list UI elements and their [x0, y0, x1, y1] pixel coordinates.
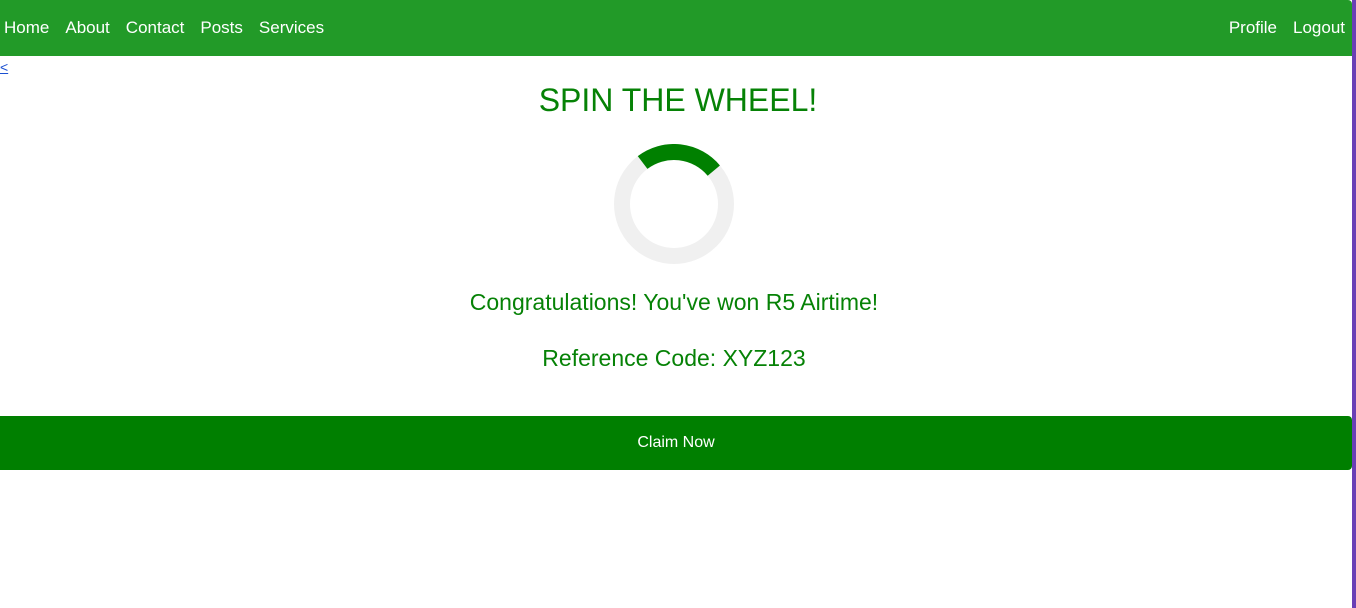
nav-left: Home About Contact Posts Services: [0, 0, 324, 56]
spinner-icon: [614, 144, 734, 264]
navbar: Home About Contact Posts Services Profil…: [0, 0, 1352, 56]
page: Home About Contact Posts Services Profil…: [0, 0, 1356, 608]
nav-right: Profile Logout: [1229, 0, 1352, 56]
result-message: Congratulations! You've won R5 Airtime!: [469, 289, 879, 315]
claim-now-button[interactable]: Claim Now: [0, 416, 1352, 470]
page-title: SPIN THE WHEEL!: [538, 82, 818, 118]
nav-about-link[interactable]: About: [65, 0, 109, 56]
reference-code: Reference Code: XYZ123: [542, 345, 806, 371]
nav-services-link[interactable]: Services: [259, 0, 324, 56]
nav-home-link[interactable]: Home: [4, 0, 49, 56]
back-link[interactable]: <: [0, 59, 8, 75]
nav-contact-link[interactable]: Contact: [126, 0, 185, 56]
spinner-arc: [637, 144, 720, 177]
nav-posts-link[interactable]: Posts: [200, 0, 243, 56]
nav-logout-link[interactable]: Logout: [1293, 0, 1345, 56]
nav-profile-link[interactable]: Profile: [1229, 0, 1277, 56]
